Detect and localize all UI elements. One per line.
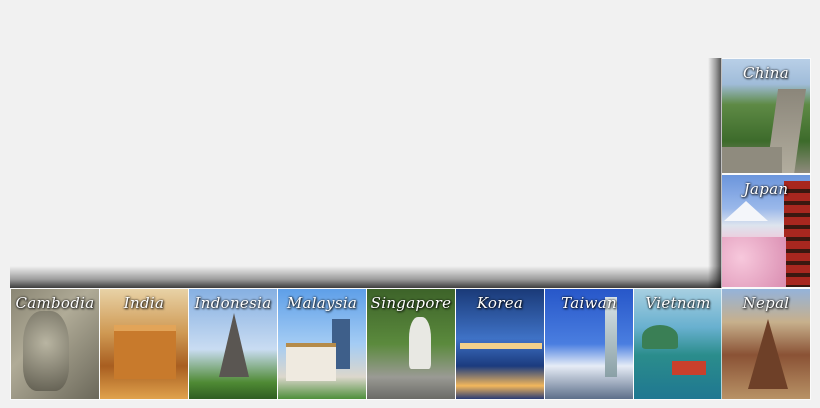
junk-boat-shape <box>672 361 706 375</box>
tile-label: Indonesia <box>194 294 272 312</box>
temple-shape <box>219 313 249 377</box>
bridge-shape <box>460 343 542 349</box>
stupa-shape <box>748 319 788 389</box>
tile-label: Malaysia <box>286 294 358 312</box>
merlion-shape <box>409 317 431 369</box>
tile-taiwan[interactable]: Taiwan <box>544 288 634 400</box>
tile-indonesia[interactable]: Indonesia <box>188 288 278 400</box>
tile-cambodia[interactable]: Cambodia <box>10 288 100 400</box>
tile-label: Taiwan <box>561 294 617 312</box>
karst-island-shape <box>642 325 678 349</box>
tile-singapore[interactable]: Singapore <box>366 288 456 400</box>
palace-shape <box>114 325 176 379</box>
tile-label: Vietnam <box>645 294 711 312</box>
tile-nepal[interactable]: Nepal <box>721 288 811 400</box>
cherry-blossom-shape <box>722 237 786 287</box>
stone-face-shape <box>23 311 69 391</box>
tile-label: Cambodia <box>15 294 95 312</box>
shadow-column <box>708 58 722 288</box>
tile-malaysia[interactable]: Malaysia <box>277 288 367 400</box>
tile-korea[interactable]: Korea <box>455 288 545 400</box>
tile-label: China <box>742 64 790 82</box>
tile-japan[interactable]: Japan <box>721 174 811 288</box>
building-shape <box>286 343 336 381</box>
tile-label: Korea <box>476 294 524 312</box>
tile-label: Japan <box>743 180 789 198</box>
tile-label: Nepal <box>742 294 790 312</box>
tile-india[interactable]: India <box>99 288 189 400</box>
wall-base-shape <box>722 147 782 173</box>
tile-label: India <box>123 294 165 312</box>
mount-fuji-shape <box>724 201 768 221</box>
shadow-bar <box>10 266 722 288</box>
tile-china[interactable]: China <box>721 58 811 174</box>
tile-label: Singapore <box>370 294 452 312</box>
tile-vietnam[interactable]: Vietnam <box>633 288 723 400</box>
